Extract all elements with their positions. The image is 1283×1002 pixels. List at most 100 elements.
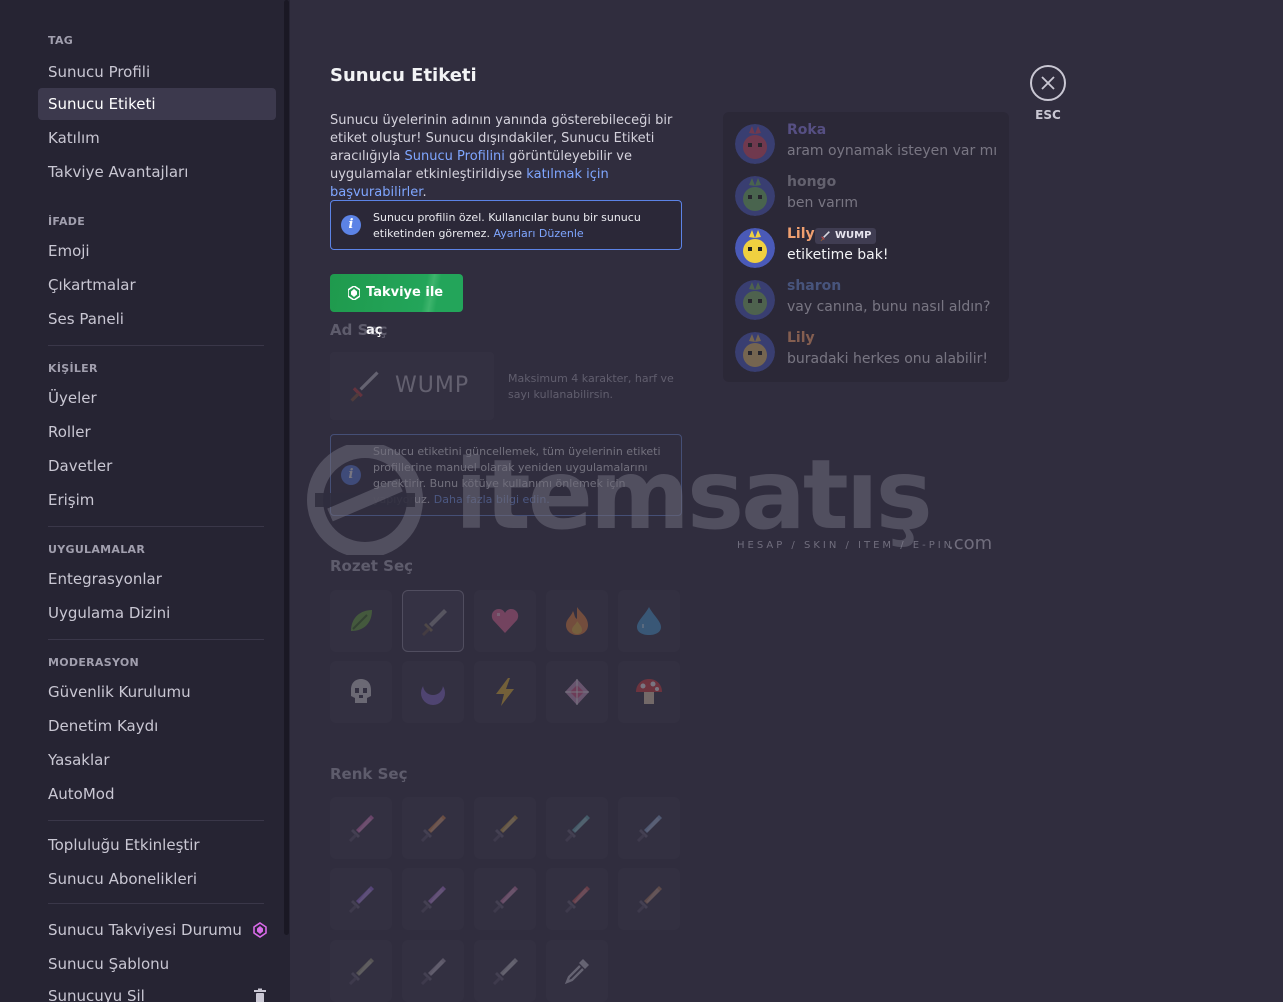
sidebar-item-label: Sunucu Şablonu xyxy=(48,955,170,973)
sidebar-item-label: Sunucu Takviyesi Durumu xyxy=(48,921,242,939)
color-option[interactable] xyxy=(474,940,536,1002)
sword-icon xyxy=(422,609,447,636)
chat-message-text: vay canına, bunu nasıl aldın? xyxy=(787,299,991,315)
sword-icon xyxy=(493,815,518,842)
server-tag-badge: WUMP xyxy=(815,228,877,244)
sidebar-item-denetim-kayd-[interactable]: Denetim Kaydı xyxy=(38,710,276,742)
badge-option[interactable] xyxy=(330,661,392,723)
sidebar-item-automod[interactable]: AutoMod xyxy=(38,778,276,810)
sidebar-item-g-venlik-kurulumu[interactable]: Güvenlik Kurulumu xyxy=(38,676,276,708)
sword-icon xyxy=(493,886,518,913)
chat-preview: Roka aram oynamak isteyen var mı hongo ben … xyxy=(723,112,1009,382)
sidebar-item-label: Üyeler xyxy=(48,389,97,407)
sidebar-item-entegrasyonlar[interactable]: Entegrasyonlar xyxy=(38,563,276,595)
heart-icon xyxy=(491,609,519,633)
sidebar-item-davetler[interactable]: Davetler xyxy=(38,450,276,482)
tag-name-input[interactable]: WUMP xyxy=(330,352,494,420)
sidebar-section-header: MODERASYON xyxy=(48,656,139,669)
color-option[interactable] xyxy=(474,797,536,859)
chat-username: Lily xyxy=(787,226,815,242)
sidebar-item-sunucu-abonelikleri[interactable]: Sunucu Abonelikleri xyxy=(38,863,276,895)
chat-message: sharon vay canına, bunu nasıl aldın? xyxy=(735,278,1005,324)
sword-icon xyxy=(637,815,662,842)
unlock-with-boost-button[interactable]: Takviye ile aç xyxy=(330,274,463,338)
sidebar-item--kartmalar[interactable]: Çıkartmalar xyxy=(38,269,276,301)
sidebar-item-label: Davetler xyxy=(48,457,113,475)
server-profile-link[interactable]: Sunucu Profilini xyxy=(405,149,505,164)
badge-option[interactable] xyxy=(402,661,464,723)
badge-option[interactable] xyxy=(330,590,392,652)
sidebar-item-uygulama-dizini[interactable]: Uygulama Dizini xyxy=(38,597,276,629)
sidebar-item-label: Uygulama Dizini xyxy=(48,604,171,622)
custom-color-picker[interactable] xyxy=(546,940,608,1002)
color-option[interactable] xyxy=(330,940,392,1002)
sidebar-item-label: Yasaklar xyxy=(48,751,110,769)
esc-label: ESC xyxy=(1035,108,1061,122)
sword-icon xyxy=(421,815,446,842)
color-option[interactable] xyxy=(402,940,464,1002)
chat-message: hongo ben varım xyxy=(735,174,1005,220)
close-icon xyxy=(1041,76,1055,90)
sidebar-item-label: Takviye Avantajları xyxy=(48,163,189,181)
private-profile-notice: i Sunucu profilin özel. Kullanıcılar bun… xyxy=(330,200,682,250)
sidebar-item-eri-im[interactable]: Erişim xyxy=(38,484,276,516)
leaf-icon xyxy=(351,610,372,631)
sidebar-item--yeler[interactable]: Üyeler xyxy=(38,382,276,414)
sidebar-item-takviye-avantajlar-[interactable]: Takviye Avantajları xyxy=(38,156,276,188)
color-option[interactable] xyxy=(330,797,392,859)
close-button[interactable] xyxy=(1030,65,1066,101)
sidebar-item-sunucu-takviyesi-durumu[interactable]: Sunucu Takviyesi Durumu xyxy=(38,914,276,946)
boost-gem-icon xyxy=(348,286,360,300)
badge-option[interactable] xyxy=(402,590,464,652)
tag-name-value: WUMP xyxy=(395,373,470,398)
sidebar-item-emoji[interactable]: Emoji xyxy=(38,235,276,267)
sidebar-item-sunucu-profili[interactable]: Sunucu Profili xyxy=(38,56,276,88)
color-option[interactable] xyxy=(402,868,464,930)
sidebar-item-yasaklar[interactable]: Yasaklar xyxy=(38,744,276,776)
notice-text: Sunucu profilin özel. Kullanıcılar bunu … xyxy=(373,210,673,242)
badge-option[interactable] xyxy=(474,590,536,652)
sidebar-item-label: AutoMod xyxy=(48,785,115,803)
sidebar-item-kat-l-m[interactable]: Katılım xyxy=(38,122,276,154)
sidebar-item-sunucu-ablonu[interactable]: Sunucu Şablonu xyxy=(38,948,276,980)
sidebar-item-sunucuyu-sil[interactable]: Sunucuyu Sil xyxy=(38,980,276,1002)
sword-icon xyxy=(350,371,379,402)
sidebar-item-roller[interactable]: Roller xyxy=(38,416,276,448)
sidebar-scrollbar[interactable] xyxy=(284,0,289,935)
badge-option[interactable] xyxy=(474,661,536,723)
trash-icon xyxy=(254,988,266,1002)
sidebar-item-ses-paneli[interactable]: Ses Paneli xyxy=(38,303,276,335)
sidebar-item-toplulu-u-etkinle-tir[interactable]: Topluluğu Etkinleştir xyxy=(38,829,276,861)
badge-option[interactable] xyxy=(618,661,680,723)
sword-icon xyxy=(421,886,446,913)
color-option[interactable] xyxy=(618,868,680,930)
color-option[interactable] xyxy=(546,797,608,859)
color-option[interactable] xyxy=(546,868,608,930)
sword-icon xyxy=(349,958,374,985)
sidebar-section-header: TAG xyxy=(48,34,74,47)
color-option[interactable] xyxy=(474,868,536,930)
chat-message: Lily WUMP etiketime bak! xyxy=(735,226,1005,272)
page-title: Sunucu Etiketi xyxy=(330,65,477,86)
badge-option[interactable] xyxy=(546,661,608,723)
moon-icon xyxy=(421,676,445,705)
learn-more-link[interactable]: Daha fazla bilgi edin. xyxy=(434,493,550,506)
chat-message: Lily buradaki herkes onu alabilir! xyxy=(735,330,1005,376)
color-section-label: Renk Seç xyxy=(330,765,408,783)
diamond-icon xyxy=(565,679,589,705)
badge-option[interactable] xyxy=(546,590,608,652)
boost-gem-icon xyxy=(253,922,267,938)
chat-message-text: aram oynamak isteyen var mı xyxy=(787,143,998,159)
water-drop-icon xyxy=(637,607,661,635)
color-option[interactable] xyxy=(618,797,680,859)
notice-text: Sunucu etiketini güncellemek, tüm üyeler… xyxy=(373,444,673,508)
badge-option[interactable] xyxy=(618,590,680,652)
edit-settings-link[interactable]: Ayarları Düzenle xyxy=(493,227,583,240)
chat-username: Lily xyxy=(787,330,815,346)
color-option[interactable] xyxy=(402,797,464,859)
color-option[interactable] xyxy=(330,868,392,930)
mushroom-icon xyxy=(636,679,662,704)
sidebar-item-sunucu-etiketi[interactable]: Sunucu Etiketi xyxy=(38,88,276,120)
update-tag-notice: i Sunucu etiketini güncellemek, tüm üyel… xyxy=(330,434,682,516)
chat-username: Roka xyxy=(787,122,827,138)
